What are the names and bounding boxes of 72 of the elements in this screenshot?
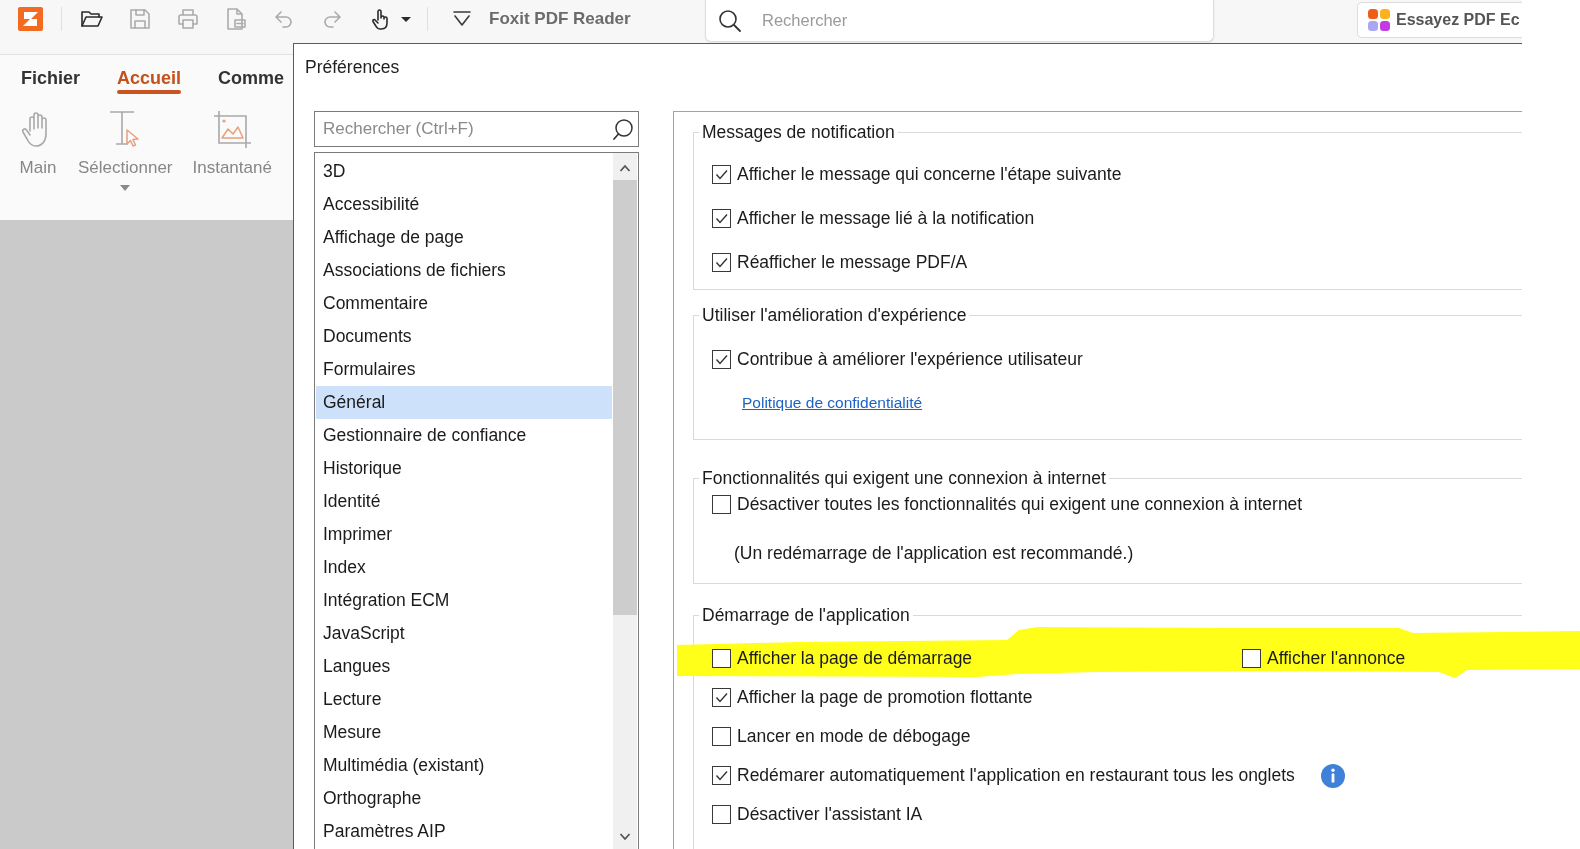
select-tool-button[interactable]: Sélectionner — [78, 109, 173, 191]
category-item[interactable]: Général — [316, 386, 612, 419]
checkbox[interactable] — [712, 766, 731, 785]
checkmark-icon — [714, 690, 729, 705]
checkbox-label: Afficher la page de promotion flottante — [737, 687, 1033, 708]
category-item[interactable]: Commentaire — [316, 287, 612, 320]
image-icon — [212, 109, 253, 149]
snapshot-tool-button[interactable]: Instantané — [192, 109, 272, 191]
group-title: Utiliser l'amélioration d'expérience — [701, 305, 968, 325]
checkbox-label: Réafficher le message PDF/A — [737, 251, 968, 273]
chevron-down-icon[interactable] — [619, 833, 631, 841]
search-icon — [718, 9, 742, 33]
checkbox[interactable] — [1242, 649, 1261, 668]
privacy-policy-link[interactable]: Politique de confidentialité — [742, 394, 923, 412]
category-item[interactable]: Intégration ECM — [316, 584, 612, 617]
info-icon[interactable] — [1320, 763, 1345, 788]
group-title: Démarrage de l'application — [701, 605, 911, 625]
checkbox[interactable] — [712, 252, 731, 272]
category-item[interactable]: Historique — [316, 452, 612, 485]
chevron-up-icon[interactable] — [619, 164, 631, 172]
checkbox-label: Contribue à améliorer l'expérience utilisateur — [737, 348, 1083, 370]
checkbox-label: Désactiver toutes les fonctionnalités qui exigent une connexion à internet — [737, 493, 1303, 515]
category-item[interactable]: Identité — [316, 485, 612, 518]
ribbon-tab[interactable]: Comme — [215, 67, 288, 94]
checkbox[interactable] — [712, 805, 731, 824]
hand-tool-button[interactable]: Main — [18, 109, 58, 191]
category-item[interactable]: Associations de fichiers — [316, 254, 612, 287]
four-tiles-icon — [1367, 8, 1391, 32]
category-item[interactable]: Orthographe — [316, 782, 612, 815]
scrollbar[interactable] — [613, 153, 637, 849]
checkbox-label: Désactiver l'assistant IA — [737, 804, 923, 825]
checkbox-label: Afficher l'annonce — [1267, 648, 1406, 669]
category-item[interactable]: Gestionnaire de confiance — [316, 419, 612, 452]
group-title: Fonctionnalités qui exigent une connexion à internet — [701, 468, 1107, 488]
search-field[interactable]: Rechercher (Ctrl+F) — [314, 111, 639, 147]
ribbon-tab[interactable]: Fichier — [18, 67, 84, 94]
category-item[interactable]: JavaScript — [316, 617, 612, 650]
checkbox-label: Lancer en mode de débogage — [737, 726, 971, 747]
checkmark-icon — [714, 768, 729, 783]
ribbon-tab[interactable]: Accueil — [114, 67, 185, 94]
category-item[interactable]: Langues — [316, 650, 612, 683]
checkbox-label: Afficher le message lié à la notification — [737, 207, 1035, 229]
category-item[interactable]: Multimédia (existant) — [316, 749, 612, 782]
caret-icon[interactable] — [400, 15, 412, 23]
category-item[interactable]: Accessibilité — [316, 188, 612, 221]
checkbox-label: Redémarer automatiquement l'application en restaurant tous les onglets — [737, 765, 1295, 786]
category-item[interactable]: Paramètres AIP — [316, 815, 612, 848]
category-item[interactable]: Lecture — [316, 683, 612, 716]
category-item[interactable]: Documents — [316, 320, 612, 353]
checkbox[interactable] — [712, 164, 731, 184]
checkbox-label: Afficher la page de démarrage — [737, 648, 973, 669]
category-item[interactable]: Affichage de page — [316, 221, 612, 254]
checkbox[interactable] — [712, 688, 731, 707]
category-item[interactable]: 3D — [316, 155, 612, 188]
checkbox[interactable] — [712, 494, 731, 514]
category-item[interactable]: Mesure — [316, 716, 612, 749]
checkbox[interactable] — [712, 727, 731, 746]
scrollbar-thumb[interactable] — [613, 180, 637, 615]
note-text: (Un redémarrage de l'application est recommandé.) — [734, 542, 1134, 564]
checkbox[interactable] — [712, 349, 731, 369]
app-title: Foxit PDF Reader — [489, 9, 631, 29]
logo-icon — [18, 7, 43, 31]
checkbox[interactable] — [712, 649, 731, 668]
category-item[interactable]: Index — [316, 551, 612, 584]
category-item[interactable]: Formulaires — [316, 353, 612, 386]
category-item[interactable]: Imprimer — [316, 518, 612, 551]
checkbox[interactable] — [712, 208, 731, 228]
promo-button[interactable]: Essayez PDF Ec — [1357, 2, 1522, 38]
group-title: Messages de notification — [701, 122, 896, 142]
search-icon[interactable] — [612, 118, 634, 140]
checkbox-label: Afficher le message qui concerne l'étape suivante — [737, 163, 1122, 185]
dialog-title: Préférences — [305, 56, 400, 78]
